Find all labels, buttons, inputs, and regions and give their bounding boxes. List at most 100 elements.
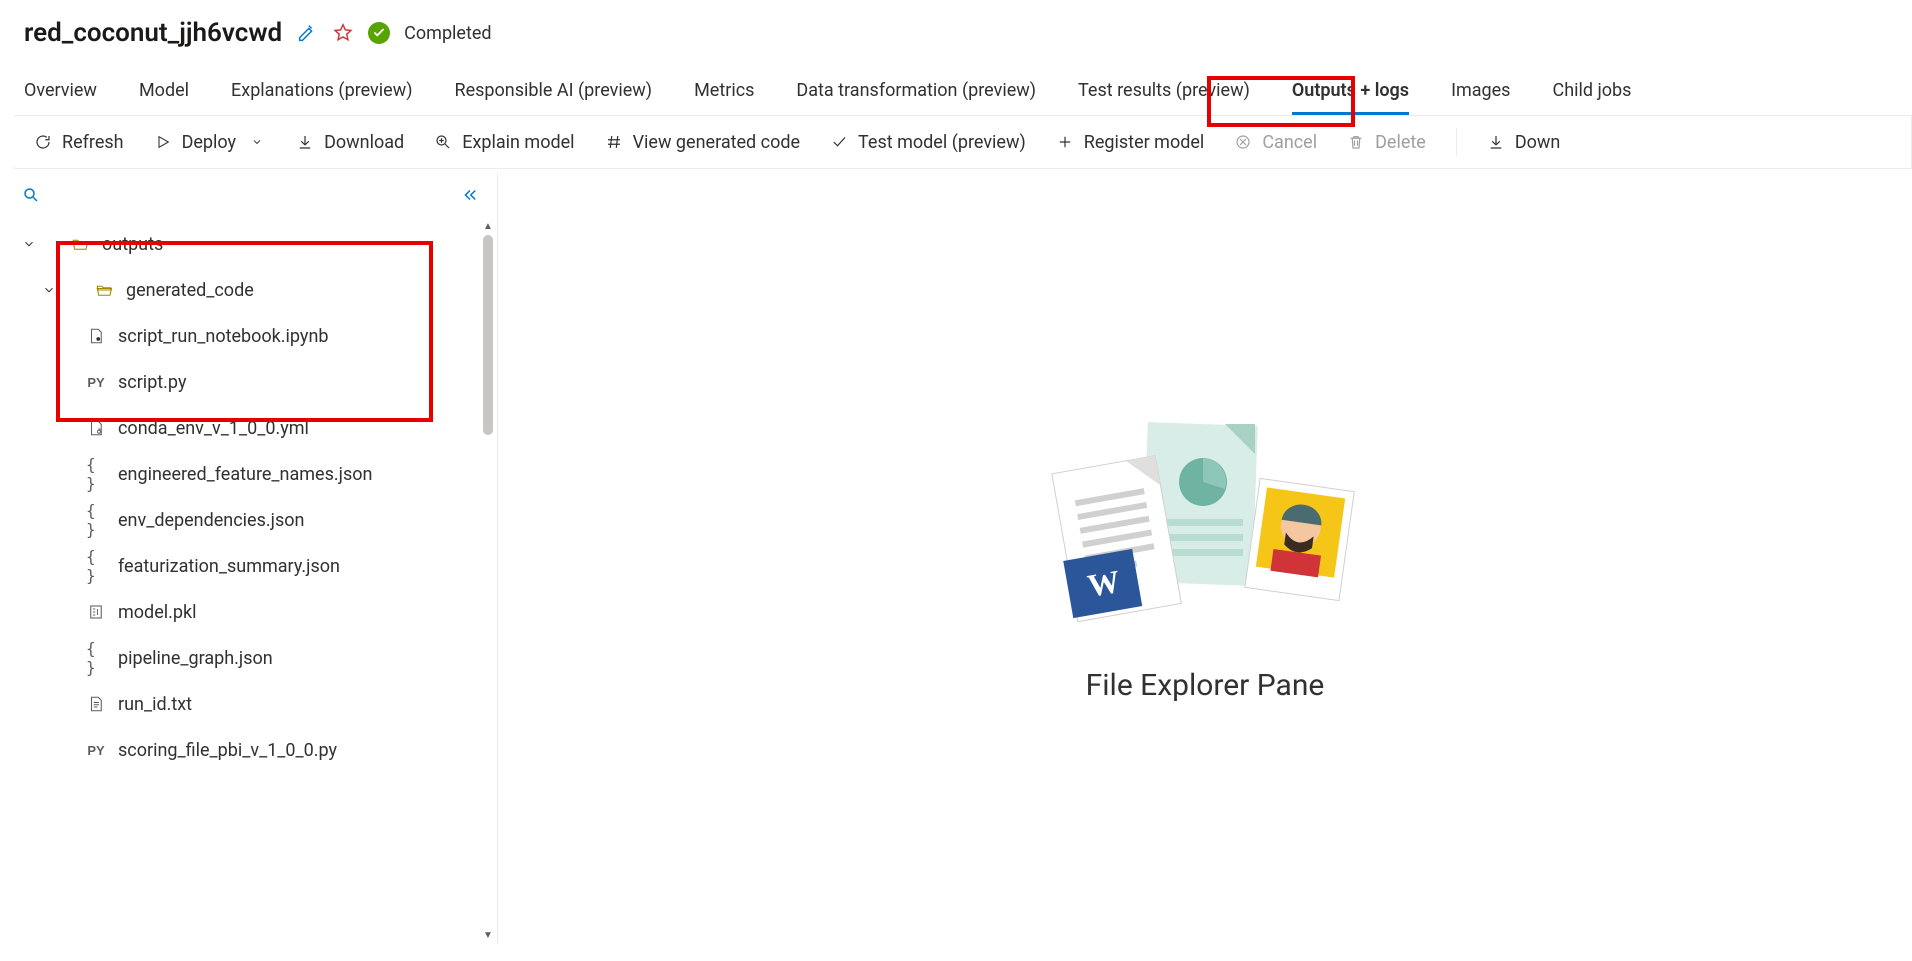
python-icon: PY xyxy=(86,375,106,390)
pane-title: File Explorer Pane xyxy=(1086,668,1325,703)
file-tree-panel: outputs generated_code script_run_notebook… xyxy=(0,173,498,944)
tree-file-script-run-notebook-ipynb[interactable]: script_run_notebook.ipynb xyxy=(0,313,497,359)
tree-item-label: env_dependencies.json xyxy=(118,510,304,531)
file-tree-top-bar xyxy=(0,173,497,217)
tree-file-featurization-summary-json[interactable]: { } featurization_summary.json xyxy=(0,543,497,589)
tree-item-label: scoring_file_pbi_v_1_0_0.py xyxy=(118,740,337,761)
tree-file-run-id-txt[interactable]: run_id.txt xyxy=(0,681,497,727)
zoom-in-icon xyxy=(434,133,452,151)
tab-images[interactable]: Images xyxy=(1451,72,1510,115)
toolbar: Refresh Deploy Download Explain model xyxy=(12,115,1912,169)
cancel-icon xyxy=(1234,133,1252,151)
json-icon: { } xyxy=(86,455,106,493)
register-model-button[interactable]: Register model xyxy=(1056,132,1205,153)
file-explorer-illustration: W xyxy=(1045,414,1365,634)
toolbar-separator xyxy=(1456,128,1457,156)
delete-label: Delete xyxy=(1375,132,1426,153)
explain-label: Explain model xyxy=(462,132,574,153)
tree-folder-outputs[interactable]: outputs xyxy=(0,221,497,267)
tree-item-label: run_id.txt xyxy=(118,694,192,715)
python-icon: PY xyxy=(86,743,106,758)
search-icon[interactable] xyxy=(22,186,40,204)
tree-file-engineered-feature-names-json[interactable]: { } engineered_feature_names.json xyxy=(0,451,497,497)
tab-test-results-preview[interactable]: Test results (preview) xyxy=(1078,72,1250,115)
plus-icon xyxy=(1056,133,1074,151)
tab-data-transformation-preview[interactable]: Data transformation (preview) xyxy=(796,72,1036,115)
tree-item-label: featurization_summary.json xyxy=(118,556,340,577)
json-icon: { } xyxy=(86,639,106,677)
tab-model[interactable]: Model xyxy=(139,72,189,115)
collapse-panel-icon[interactable] xyxy=(461,186,479,204)
page-title-row: red_coconut_jjh6vcwd Completed xyxy=(0,0,1912,62)
tree-item-label: script.py xyxy=(118,372,186,393)
svg-text:W: W xyxy=(1085,563,1123,604)
scroll-down-icon[interactable]: ▼ xyxy=(483,930,493,940)
tab-overview[interactable]: Overview xyxy=(24,72,97,115)
edit-icon[interactable] xyxy=(296,22,318,44)
tree-file-env-dependencies-json[interactable]: { } env_dependencies.json xyxy=(0,497,497,543)
tab-metrics[interactable]: Metrics xyxy=(694,72,754,115)
refresh-button[interactable]: Refresh xyxy=(34,132,124,153)
yaml-icon xyxy=(86,419,106,437)
binary-file-icon xyxy=(86,603,106,621)
status-label: Completed xyxy=(404,23,491,44)
tree-file-conda-env-v-1-0-0-yml[interactable]: conda_env_v_1_0_0.yml xyxy=(0,405,497,451)
tabs-bar: Overview Model Explanations (preview) Respo… xyxy=(0,62,1912,115)
view-generated-code-button[interactable]: View generated code xyxy=(605,132,800,153)
tab-responsible-ai-preview[interactable]: Responsible AI (preview) xyxy=(455,72,653,115)
test-model-button[interactable]: Test model (preview) xyxy=(830,132,1026,153)
folder-open-icon xyxy=(94,281,114,299)
json-icon: { } xyxy=(86,547,106,585)
explain-model-button[interactable]: Explain model xyxy=(434,132,574,153)
cancel-button: Cancel xyxy=(1234,132,1317,153)
json-icon: { } xyxy=(86,501,106,539)
scroll-thumb[interactable] xyxy=(483,235,493,435)
tree-item-label: pipeline_graph.json xyxy=(118,648,273,669)
testmodel-label: Test model (preview) xyxy=(858,132,1026,153)
notebook-icon xyxy=(86,327,106,345)
play-icon xyxy=(154,133,172,151)
register-label: Register model xyxy=(1084,132,1205,153)
refresh-label: Refresh xyxy=(62,132,124,153)
download-button[interactable]: Download xyxy=(296,132,404,153)
tree-item-label: conda_env_v_1_0_0.yml xyxy=(118,418,309,439)
download-icon xyxy=(296,133,314,151)
favorite-star-icon[interactable] xyxy=(332,22,354,44)
chevron-down-icon[interactable] xyxy=(34,283,64,297)
scroll-up-icon[interactable]: ▲ xyxy=(483,221,493,231)
viewcode-label: View generated code xyxy=(633,132,800,153)
scrollbar[interactable]: ▲ ▼ xyxy=(481,221,495,940)
file-tree: outputs generated_code script_run_notebook… xyxy=(0,217,497,944)
download-icon xyxy=(1487,133,1505,151)
main-area: outputs generated_code script_run_notebook… xyxy=(0,173,1912,944)
refresh-icon xyxy=(34,133,52,151)
tree-item-label: script_run_notebook.ipynb xyxy=(118,326,329,347)
tree-file-model-pkl[interactable]: model.pkl xyxy=(0,589,497,635)
chevron-down-icon xyxy=(248,133,266,151)
tab-explanations-preview[interactable]: Explanations (preview) xyxy=(231,72,412,115)
delete-button: Delete xyxy=(1347,132,1426,153)
download-all-label: Down xyxy=(1515,132,1561,153)
folder-open-icon xyxy=(70,235,90,253)
tree-file-pipeline-graph-json[interactable]: { } pipeline_graph.json xyxy=(0,635,497,681)
deploy-button[interactable]: Deploy xyxy=(154,132,267,153)
tab-outputs-logs[interactable]: Outputs + logs xyxy=(1292,72,1409,115)
download-label: Download xyxy=(324,132,404,153)
run-title: red_coconut_jjh6vcwd xyxy=(24,18,282,48)
tree-file-scoring-file-pbi-v-1-0-0-py[interactable]: PY scoring_file_pbi_v_1_0_0.py xyxy=(0,727,497,773)
cancel-label: Cancel xyxy=(1262,132,1317,153)
check-icon xyxy=(830,133,848,151)
hash-icon xyxy=(605,133,623,151)
content-pane: W File Explorer Pane xyxy=(498,173,1912,944)
deploy-label: Deploy xyxy=(182,132,237,153)
tab-child-jobs[interactable]: Child jobs xyxy=(1552,72,1631,115)
chevron-down-icon[interactable] xyxy=(14,237,44,251)
tree-item-label: model.pkl xyxy=(118,602,196,623)
status-completed-icon xyxy=(368,22,390,44)
tree-folder-generated-code[interactable]: generated_code xyxy=(0,267,497,313)
download-all-button[interactable]: Down xyxy=(1487,132,1561,153)
trash-icon xyxy=(1347,133,1365,151)
tree-item-label: engineered_feature_names.json xyxy=(118,464,372,485)
tree-file-script-py[interactable]: PY script.py xyxy=(0,359,497,405)
tree-item-label: outputs xyxy=(102,234,163,255)
